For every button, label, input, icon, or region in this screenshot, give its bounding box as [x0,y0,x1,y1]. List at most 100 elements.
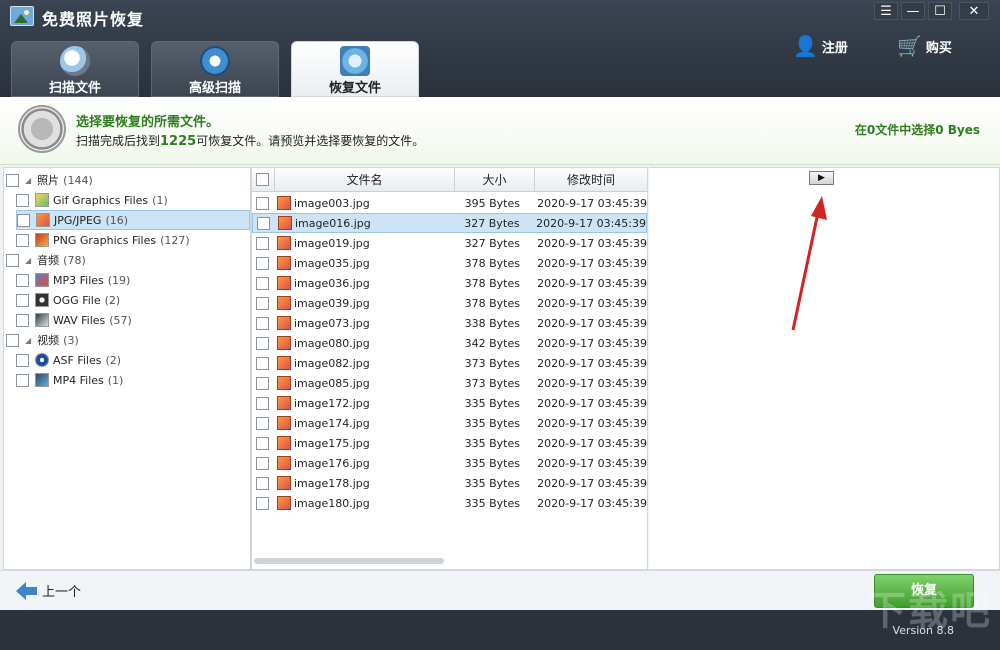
checkbox[interactable] [16,293,29,307]
row-checkbox[interactable] [256,236,269,250]
expand-triangle-icon[interactable]: ◢ [25,256,31,265]
row-checkbox[interactable] [256,256,269,270]
checkbox[interactable] [6,173,19,187]
table-row[interactable]: image085.jpg 373 Bytes 2020-9-17 03:45:39 [252,373,647,393]
file-name: image176.jpg [294,456,370,470]
item-label: MP3 Files [53,273,104,287]
back-button[interactable]: 上一个 [16,581,81,600]
file-name: image085.jpg [294,376,370,390]
row-checkbox[interactable] [256,316,269,330]
tree-category-audio[interactable]: ◢ 音频 (78) [6,250,250,270]
table-row[interactable]: image035.jpg 378 Bytes 2020-9-17 03:45:39 [252,253,647,273]
table-row[interactable]: image174.jpg 335 Bytes 2020-9-17 03:45:39 [252,413,647,433]
table-row[interactable]: image180.jpg 335 Bytes 2020-9-17 03:45:39 [252,493,647,513]
register-label: 注册 [821,40,848,56]
row-checkbox[interactable] [256,436,269,450]
minimize-button[interactable]: — [901,2,925,20]
watermark: 下载吧 [866,588,992,634]
tree-item-mp3[interactable]: MP3 Files (19) [16,270,250,290]
tree-item-mp4[interactable]: MP4 Files (1) [16,370,250,390]
column-header-size[interactable]: 大小 [454,168,534,192]
select-all-checkbox[interactable] [256,173,269,186]
app-title: 免费照片恢复 [42,10,145,29]
table-row[interactable]: image039.jpg 378 Bytes 2020-9-17 03:45:39 [252,293,647,313]
row-checkbox[interactable] [256,376,269,390]
checkbox[interactable] [16,313,29,327]
back-arrow-icon [16,581,38,600]
row-checkbox[interactable] [256,456,269,470]
row-checkbox[interactable] [256,276,269,290]
checkbox[interactable] [17,213,30,227]
status-bar: Version 8.8 [0,610,1000,650]
checkbox[interactable] [16,353,29,367]
row-checkbox[interactable] [256,296,269,310]
table-row[interactable]: image178.jpg 335 Bytes 2020-9-17 03:45:39 [252,473,647,493]
table-row[interactable]: image019.jpg 327 Bytes 2020-9-17 03:45:39 [252,233,647,253]
recover-icon [340,46,370,76]
jpg-file-icon [277,396,291,410]
tree-category-photos[interactable]: ◢ 照片 (144) [6,170,250,190]
table-row[interactable]: image003.jpg 395 Bytes 2020-9-17 03:45:39 [252,193,647,213]
tab-scan-files[interactable]: 扫描文件 [11,41,139,97]
tree-item-ogg[interactable]: OGG File (2) [16,290,250,310]
table-row[interactable]: image175.jpg 335 Bytes 2020-9-17 03:45:39 [252,433,647,453]
row-checkbox[interactable] [256,496,269,510]
checkbox[interactable] [16,193,29,207]
file-name: image073.jpg [294,316,370,330]
row-checkbox[interactable] [256,396,269,410]
close-button[interactable]: ✕ [959,2,989,20]
file-modified-time: 2020-9-17 03:45:39 [537,456,647,470]
checkbox[interactable] [6,333,19,347]
table-row[interactable]: image036.jpg 378 Bytes 2020-9-17 03:45:39 [252,273,647,293]
row-checkbox[interactable] [257,216,270,230]
jpg-file-icon [277,496,291,510]
checkbox[interactable] [16,373,29,387]
checkbox[interactable] [6,253,19,267]
register-button[interactable]: 👤 注册 [793,34,848,58]
expand-triangle-icon[interactable]: ◢ [25,336,31,345]
tree-item-gif[interactable]: Gif Graphics Files (1) [16,190,250,210]
tree-item-wav[interactable]: WAV Files (57) [16,310,250,330]
jpg-file-icon [277,436,291,450]
buy-button[interactable]: 🛒 购买 [897,34,952,58]
row-checkbox[interactable] [256,196,269,210]
tree-item-jpg[interactable]: JPG/JPEG (16) [16,210,250,230]
table-row[interactable]: image176.jpg 335 Bytes 2020-9-17 03:45:39 [252,453,647,473]
tree-item-asf[interactable]: ASF Files (2) [16,350,250,370]
file-modified-time: 2020-9-17 03:45:39 [537,296,647,310]
table-row[interactable]: image073.jpg 338 Bytes 2020-9-17 03:45:39 [252,313,647,333]
expand-triangle-icon[interactable]: ◢ [25,176,31,185]
row-checkbox[interactable] [256,416,269,430]
item-count: (127) [160,233,190,247]
row-checkbox[interactable] [256,356,269,370]
file-size: 378 Bytes [464,256,520,270]
file-name: image019.jpg [294,236,370,250]
jpg-file-icon [277,416,291,430]
tree-category-video[interactable]: ◢ 视频 (3) [6,330,250,350]
table-row[interactable]: image080.jpg 342 Bytes 2020-9-17 03:45:39 [252,333,647,353]
file-modified-time: 2020-9-17 03:45:39 [537,476,647,490]
row-checkbox[interactable] [256,476,269,490]
play-button[interactable]: ▶ [809,171,834,185]
jpg-file-icon [277,476,291,490]
checkbox[interactable] [16,273,29,287]
tab-advanced-scan[interactable]: 高级扫描 [151,41,279,97]
table-row[interactable]: image016.jpg 327 Bytes 2020-9-17 03:45:39 [252,213,647,233]
tree-item-png[interactable]: PNG Graphics Files (127) [16,230,250,250]
column-header-name[interactable]: 文件名 [274,168,454,192]
file-modified-time: 2020-9-17 03:45:39 [537,236,647,250]
table-row[interactable]: image172.jpg 335 Bytes 2020-9-17 03:45:39 [252,393,647,413]
checkbox[interactable] [16,233,29,247]
item-label: JPG/JPEG [54,213,102,227]
maximize-button[interactable]: ☐ [928,2,952,20]
back-label: 上一个 [42,585,82,600]
tab-recover-files[interactable]: 恢复文件 [291,41,419,97]
jpg-file-icon [277,196,291,210]
jpg-file-icon [277,276,291,290]
column-header-time[interactable]: 修改时间 [534,168,647,192]
row-checkbox[interactable] [256,336,269,350]
file-type-tree: ◢ 照片 (144) Gif Graphics Files (1) JPG/JP… [3,167,251,570]
menu-icon[interactable]: ☰ [874,2,898,20]
table-row[interactable]: image082.jpg 373 Bytes 2020-9-17 03:45:39 [252,353,647,373]
horizontal-scrollbar[interactable] [254,558,444,564]
